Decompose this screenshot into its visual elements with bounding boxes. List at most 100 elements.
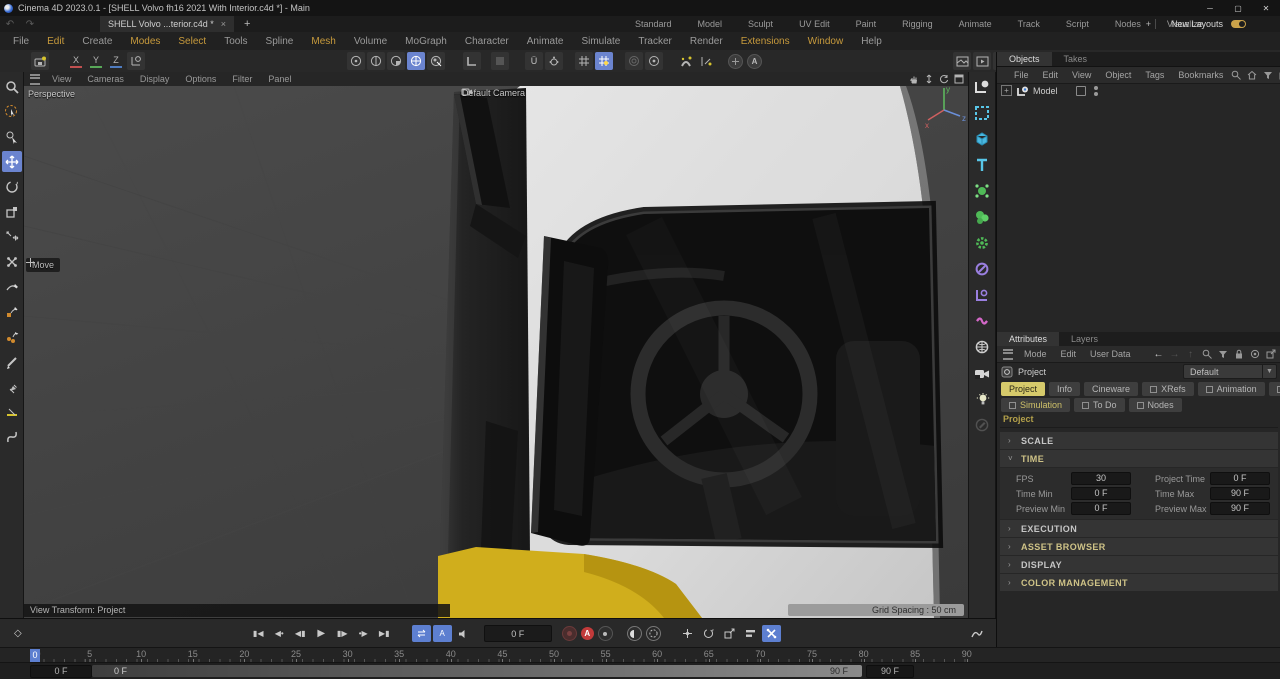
axis-gizmo-icon[interactable]: x z y xyxy=(920,86,968,130)
keyframe-marks-toggle-icon[interactable]: A xyxy=(433,625,452,642)
record-rotation-toggle[interactable] xyxy=(699,625,718,642)
section-scale[interactable]: › SCALE xyxy=(1000,432,1278,449)
multi-move-icon[interactable] xyxy=(2,251,22,272)
menu-item[interactable]: Tracker xyxy=(629,36,681,47)
viewport-canvas[interactable]: x z y Perspective Default Camera Move Vi… xyxy=(24,86,968,618)
range-start-field[interactable]: 0 F xyxy=(30,665,92,678)
menu-item[interactable]: Render xyxy=(681,36,732,47)
viewport-menu-item[interactable]: Cameras xyxy=(79,74,132,84)
move-tool-icon[interactable] xyxy=(2,151,22,172)
lock-icon[interactable] xyxy=(1233,349,1244,360)
add-camera-icon[interactable] xyxy=(971,361,993,385)
attribute-tab-chip[interactable]: Nodes xyxy=(1129,398,1182,412)
scale-tool-icon[interactable] xyxy=(2,201,22,222)
keyframe-selection-icon[interactable] xyxy=(627,626,642,641)
attribute-tab-chip[interactable]: XRefs xyxy=(1142,382,1194,396)
axis-mode-icon[interactable] xyxy=(491,52,509,70)
undo-icon[interactable]: ↶ xyxy=(3,19,17,30)
field-value[interactable]: 90 F xyxy=(1210,487,1270,500)
viewport-menu-item[interactable]: Options xyxy=(177,74,224,84)
go-to-start-button[interactable]: ▮◀ xyxy=(249,625,268,642)
view-label[interactable]: Perspective xyxy=(28,89,75,99)
back-icon[interactable]: ← xyxy=(1153,349,1164,360)
layout-item[interactable]: Animate xyxy=(946,19,1005,29)
axis-y-button[interactable]: Y xyxy=(88,53,104,69)
magnet-snap-icon[interactable] xyxy=(677,52,695,70)
layout-item[interactable]: Paint xyxy=(843,19,890,29)
record-button[interactable] xyxy=(562,626,577,641)
close-tab-icon[interactable]: × xyxy=(221,19,226,29)
go-to-end-button[interactable]: ▶▮ xyxy=(375,625,394,642)
autokey-button[interactable]: A xyxy=(581,627,594,640)
keyframe-diamond-icon[interactable]: ◇ xyxy=(14,628,22,639)
export-icon[interactable] xyxy=(1265,349,1276,360)
attribute-tab-chip[interactable]: Simulation xyxy=(1001,398,1070,412)
transform-tool-icon[interactable] xyxy=(2,226,22,247)
layer-chip-icon[interactable] xyxy=(1076,86,1086,96)
tab-takes[interactable]: Takes xyxy=(1052,52,1100,66)
field-value[interactable]: 30 xyxy=(1071,472,1131,485)
add-field-icon[interactable] xyxy=(971,283,993,307)
tab-objects[interactable]: Objects xyxy=(997,52,1052,66)
redo-icon[interactable]: ↷ xyxy=(23,19,37,30)
forward-icon[interactable]: → xyxy=(1169,349,1180,360)
spline-sketch-icon[interactable] xyxy=(2,301,22,322)
menu-item[interactable]: Tools xyxy=(215,36,256,47)
target-icon[interactable] xyxy=(1249,349,1260,360)
objects-menu-item[interactable]: Bookmarks xyxy=(1171,70,1230,80)
preview-range-slider[interactable]: 0 F 90 F xyxy=(92,665,862,677)
new-layouts-button[interactable]: New Layouts xyxy=(1171,19,1223,29)
objects-menu-item[interactable]: File xyxy=(1007,70,1036,80)
current-frame-field[interactable]: 0 F xyxy=(484,625,552,642)
menu-item[interactable]: Modes xyxy=(121,36,169,47)
keying-settings-icon[interactable] xyxy=(646,626,661,641)
menu-item[interactable]: Help xyxy=(852,36,891,47)
attributes-hamburger-icon[interactable] xyxy=(1003,349,1013,360)
filter-icon[interactable] xyxy=(1217,349,1228,360)
up-icon[interactable]: ↑ xyxy=(1185,349,1196,360)
menu-item[interactable]: Select xyxy=(169,36,215,47)
preset-dropdown[interactable]: Default ▼ xyxy=(1183,364,1277,379)
annotate-toggle-icon[interactable]: A xyxy=(747,54,762,69)
section-display[interactable]: › DISPLAY xyxy=(1000,556,1278,573)
maximize-view-icon[interactable] xyxy=(953,73,964,84)
rotate-tool-icon[interactable] xyxy=(2,176,22,197)
objects-menu-item[interactable]: Object xyxy=(1098,70,1138,80)
field-value[interactable]: 90 F xyxy=(1210,502,1270,515)
attribute-tab-chip[interactable]: Bullet xyxy=(1269,382,1280,396)
viewport-menu-item[interactable]: Display xyxy=(132,74,178,84)
menu-item[interactable]: Volume xyxy=(345,36,396,47)
render-view-icon[interactable] xyxy=(953,52,971,70)
maximize-button[interactable]: ▢ xyxy=(1224,0,1252,16)
edges-mode-icon[interactable] xyxy=(367,52,385,70)
menu-item[interactable]: Spline xyxy=(257,36,303,47)
menu-item[interactable]: Edit xyxy=(38,36,73,47)
menu-item[interactable]: Animate xyxy=(518,36,573,47)
guide-snap-icon[interactable] xyxy=(697,52,715,70)
set-keyframe-button[interactable] xyxy=(598,626,613,641)
simulate-toggle-icon[interactable] xyxy=(728,54,743,69)
menu-item[interactable]: Character xyxy=(456,36,518,47)
next-frame-button[interactable]: ▮▶ xyxy=(333,625,352,642)
scene-icon[interactable] xyxy=(31,52,49,70)
live-selection-icon[interactable] xyxy=(2,101,22,122)
sound-toggle-icon[interactable] xyxy=(454,625,473,642)
object-tree-row[interactable]: + Model xyxy=(997,83,1280,98)
add-symmetry-icon[interactable] xyxy=(971,309,993,333)
points-mode-icon[interactable] xyxy=(347,52,365,70)
objects-menu-item[interactable]: Tags xyxy=(1138,70,1171,80)
axis-z-button[interactable]: Z xyxy=(108,53,124,69)
add-tab-icon[interactable]: + xyxy=(244,18,250,30)
layout-item[interactable]: Rigging xyxy=(889,19,946,29)
rotate-view-icon[interactable] xyxy=(938,73,949,84)
edit-material-icon[interactable] xyxy=(971,413,993,437)
search-icon[interactable] xyxy=(1230,70,1241,81)
range-end-field[interactable]: 90 F xyxy=(866,665,914,678)
camera-label[interactable]: Default Camera xyxy=(462,88,525,98)
spline-pen-icon[interactable] xyxy=(2,276,22,297)
add-subdivision-icon[interactable] xyxy=(971,179,993,203)
menu-item[interactable]: Window xyxy=(799,36,853,47)
attribute-tab-chip[interactable]: To Do xyxy=(1074,398,1125,412)
measure-tool-icon[interactable] xyxy=(2,401,22,422)
add-generator-icon[interactable] xyxy=(971,231,993,255)
